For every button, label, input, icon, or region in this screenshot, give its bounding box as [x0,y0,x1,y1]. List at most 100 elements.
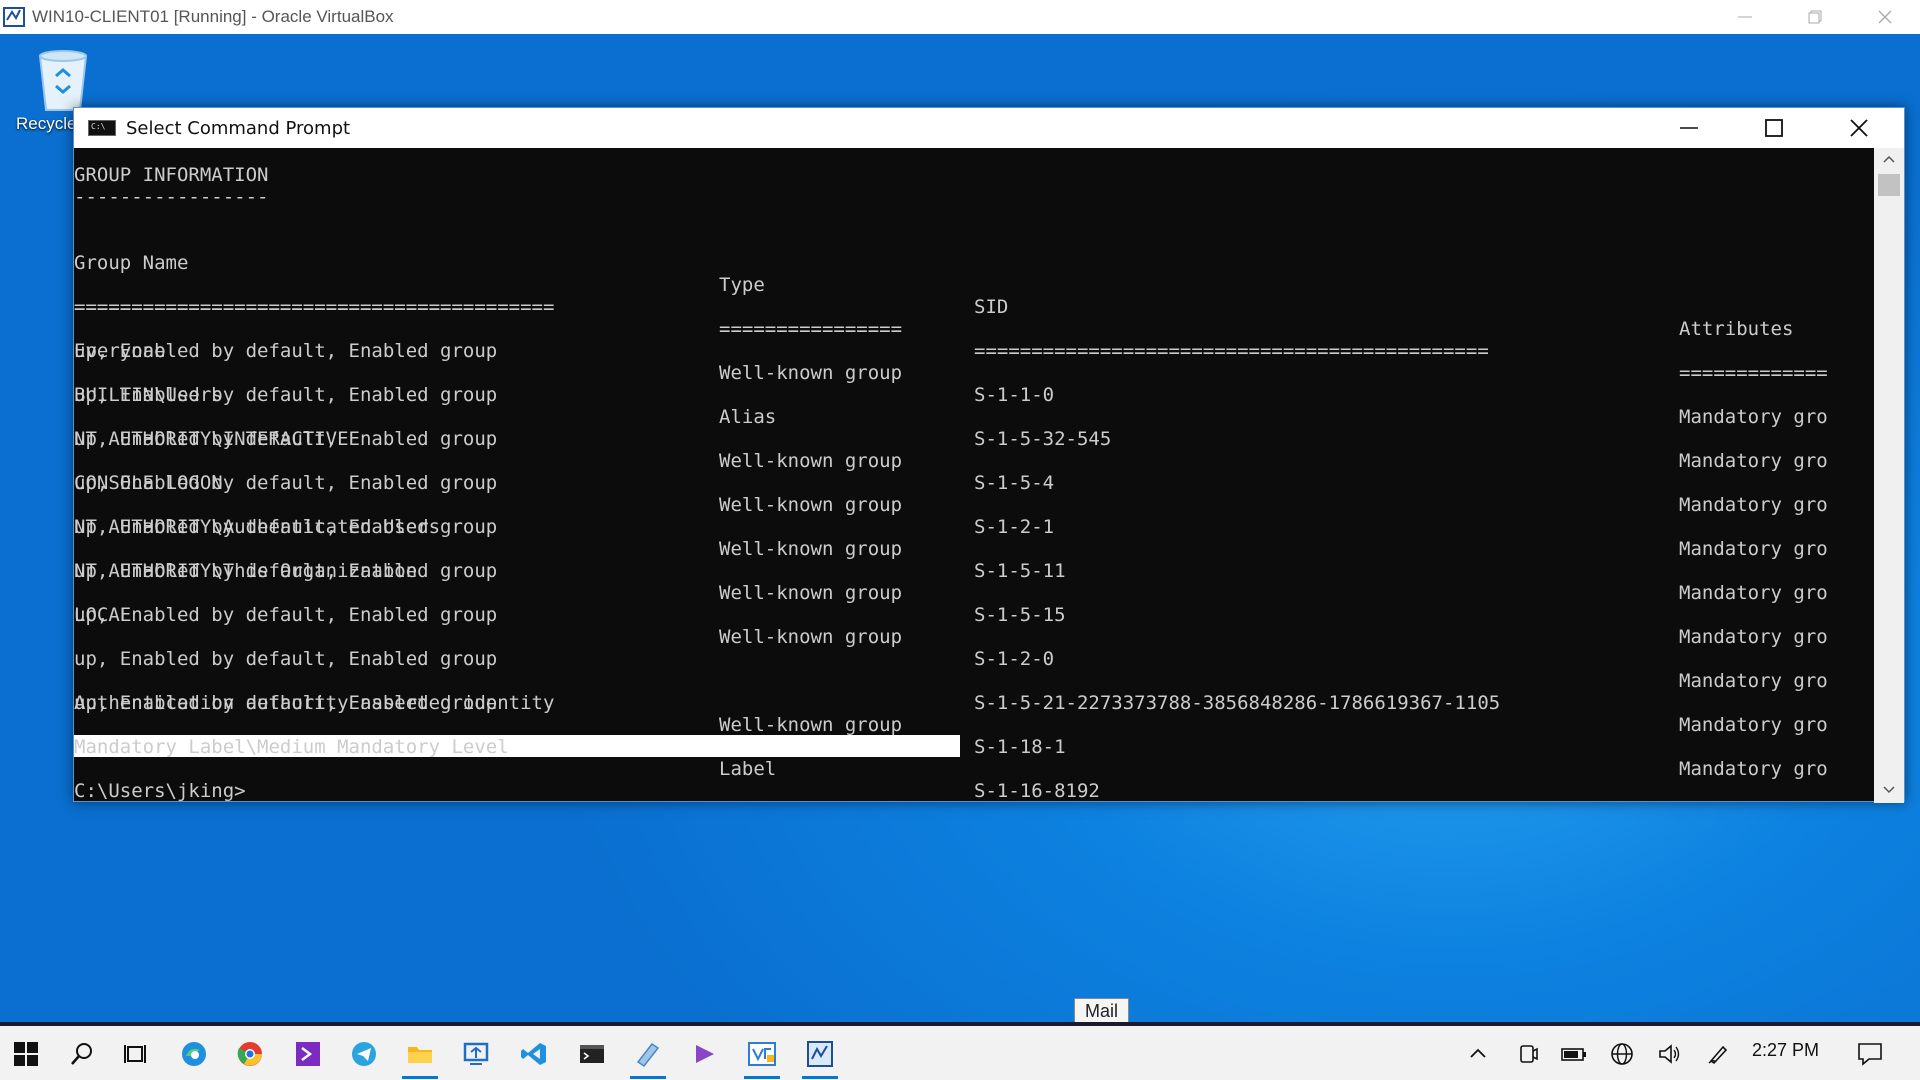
command-prompt-window[interactable]: Select Command Prompt GROUP INFORMATION … [73,107,1905,803]
chevron-down-icon [1883,786,1895,794]
terminal-icon [580,1045,604,1063]
group-sid: S-1-1-0 [974,384,1055,406]
separator-sid: ========================================… [974,340,1489,362]
header-type: Type [719,274,765,296]
cmd-app-icon [88,120,116,136]
group-attributes: Mandatory gro [1679,450,1828,472]
group-attributes: Mandatory gro [1679,538,1828,560]
visual-studio-icon [696,1045,714,1063]
vertical-scrollbar[interactable] [1874,148,1904,803]
restore-icon [1808,10,1822,24]
taskbar-remote-desktop[interactable] [454,1032,498,1076]
taskbar-telegram[interactable] [342,1032,386,1076]
minimize-icon [1679,127,1698,129]
tray-pen[interactable] [1696,1032,1740,1076]
taskbar-file-explorer[interactable] [398,1032,442,1076]
notification-center-button[interactable] [1848,1032,1892,1076]
group-type: Well-known group [719,714,903,736]
minimize-icon [1738,16,1752,18]
header-sid: SID [974,296,1009,318]
battery-icon [1561,1048,1586,1061]
group-sid: S-1-18-1 [974,736,1066,758]
group-type: Label [719,758,777,780]
scroll-thumb[interactable] [1878,174,1900,196]
taskbar-powershell-ise[interactable] [286,1032,330,1076]
section-underline: ----------------- [74,186,269,208]
search-button[interactable] [60,1032,104,1076]
command-prompt-line[interactable]: C:\Users\jking> [74,780,246,802]
console-output[interactable]: GROUP INFORMATION ----------------- Grou… [74,148,1874,803]
close-icon [1849,119,1868,137]
table-row: BUILTIN\Users Alias S-1-5-32-545 Mandato… [74,362,1828,472]
group-sid: S-1-5-15 [974,604,1066,626]
separator-type: ================ [719,318,903,340]
cmd-minimize-button[interactable] [1646,108,1731,148]
cmd-close-button[interactable] [1816,108,1901,148]
group-type: Alias [719,406,777,428]
row-wrap: up, Enabled by default, Enabled group [74,428,498,450]
group-attributes: Mandatory gro [1679,670,1828,692]
section-title: GROUP INFORMATION [74,164,269,186]
group-attributes: Mandatory gro [1679,626,1828,648]
active-indicator [744,1076,780,1079]
table-row: LOCAL Well-known group S-1-2-0 Mandatory… [74,582,1828,692]
chevron-up-icon [1470,1048,1486,1058]
row-wrap: up, Enabled by default, Enabled group [74,692,498,714]
row-wrap: up, Enabled by default, Enabled group [74,560,498,582]
edge-icon [182,1042,206,1066]
header-attributes: Attributes [1679,318,1794,340]
table-row-selected: APEXTECH\GG-IT Group S-1-5-21-2273373788… [74,626,1828,736]
taskbar-vscode[interactable] [512,1032,556,1076]
start-button[interactable] [4,1032,48,1076]
group-type: Well-known group [719,538,903,560]
virtualbox-titlebar: WIN10-CLIENT01 [Running] - Oracle Virtua… [0,0,1920,34]
scroll-up-button[interactable] [1874,152,1904,168]
recycle-bin-icon[interactable] [18,46,108,116]
group-sid: S-1-2-1 [974,516,1055,538]
taskbar-chrome[interactable] [228,1032,272,1076]
tray-volume[interactable] [1648,1032,1692,1076]
notification-icon [1858,1043,1882,1066]
group-attributes: Mandatory gro [1679,714,1828,736]
tray-overflow-button[interactable] [1456,1032,1500,1076]
database-tool-icon [748,1042,776,1066]
taskbar-virtualbox-vm[interactable] [626,1032,670,1076]
tray-meet-now[interactable] [1506,1032,1550,1076]
group-attributes: Mandatory gro [1679,406,1828,428]
chevron-up-icon [1883,155,1895,163]
pen-icon [1708,1045,1728,1065]
taskbar-virtualbox-manager[interactable] [798,1032,842,1076]
taskbar-edge[interactable] [172,1032,216,1076]
row-wrap: up, Enabled by default, Enabled group [74,340,498,362]
close-icon [1878,10,1892,24]
table-row: Authentication authority asserted identi… [74,670,1828,780]
remote-desktop-icon [463,1042,489,1065]
taskbar-visual-studio[interactable] [682,1032,726,1076]
globe-icon [1611,1043,1633,1065]
vscode-icon [521,1043,546,1065]
vbox-restore-button[interactable] [1780,0,1850,34]
taskbar-terminal[interactable] [570,1032,614,1076]
table-row: NT AUTHORITY\This Organization Well-know… [74,538,1828,648]
scroll-down-button[interactable] [1874,783,1904,799]
tray-battery[interactable] [1552,1032,1596,1076]
group-sid: S-1-5-21-2273373788-3856848286-178661936… [974,692,1501,714]
group-sid: S-1-5-32-545 [974,428,1112,450]
mail-tooltip: Mail [1074,998,1130,1025]
group-sid: S-1-2-0 [974,648,1055,670]
vbox-close-button[interactable] [1850,0,1920,34]
header-group-name: Group Name [74,252,189,274]
taskbar-clock[interactable]: 2:27 PM [1752,1040,1819,1061]
task-view-icon [124,1045,146,1063]
active-indicator [802,1076,838,1079]
tray-network[interactable] [1600,1032,1644,1076]
group-attributes: Mandatory gro [1679,494,1828,516]
active-indicator [630,1076,666,1079]
separator-attributes: ============= [1679,362,1828,384]
vbox-minimize-button[interactable] [1710,0,1780,34]
taskbar-sql-tool[interactable] [740,1032,784,1076]
cmd-titlebar[interactable]: Select Command Prompt [74,108,1904,148]
column-headers: Group Name Type SID Attributes [74,230,1793,340]
cmd-maximize-button[interactable] [1731,108,1816,148]
task-view-button[interactable] [114,1032,158,1076]
